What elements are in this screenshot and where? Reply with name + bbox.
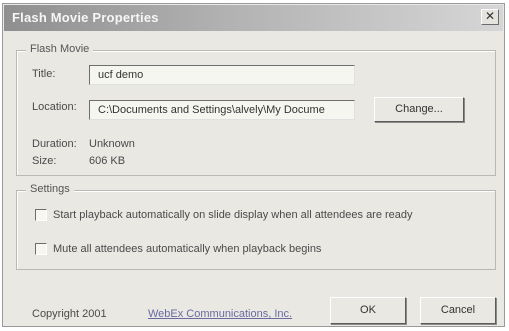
flash-movie-properties-dialog: Flash Movie Properties ✕ Flash Movie Tit… — [2, 3, 505, 327]
location-field[interactable]: C:\Documents and Settings\alvely\My Docu… — [89, 100, 355, 120]
company-link[interactable]: WebEx Communications, Inc. — [148, 308, 292, 320]
location-label: Location: — [32, 101, 77, 113]
autostart-label[interactable]: Start playback automatically on slide di… — [53, 209, 413, 221]
mute-label[interactable]: Mute all attendees automatically when pl… — [53, 243, 321, 255]
title-field[interactable]: ucf demo — [89, 65, 355, 85]
settings-legend: Settings — [26, 183, 74, 195]
autostart-checkbox[interactable] — [35, 209, 47, 221]
dialog-title: Flash Movie Properties — [12, 10, 159, 25]
change-button[interactable]: Change... — [374, 97, 464, 122]
flash-movie-legend: Flash Movie — [26, 43, 94, 55]
cancel-button[interactable]: Cancel — [420, 297, 496, 324]
mute-checkbox[interactable] — [35, 243, 47, 255]
title-label: Title: — [32, 68, 56, 80]
title-bar[interactable]: Flash Movie Properties ✕ — [4, 5, 503, 31]
close-icon: ✕ — [484, 9, 496, 23]
settings-group: Settings — [16, 183, 496, 270]
size-label: Size: — [32, 155, 57, 167]
size-value: 606 KB — [89, 155, 126, 167]
copyright-text: Copyright 2001 — [32, 308, 107, 320]
ok-button[interactable]: OK — [330, 297, 406, 324]
duration-value: Unknown — [89, 138, 135, 150]
duration-label: Duration: — [32, 138, 77, 150]
close-button[interactable]: ✕ — [481, 9, 499, 25]
